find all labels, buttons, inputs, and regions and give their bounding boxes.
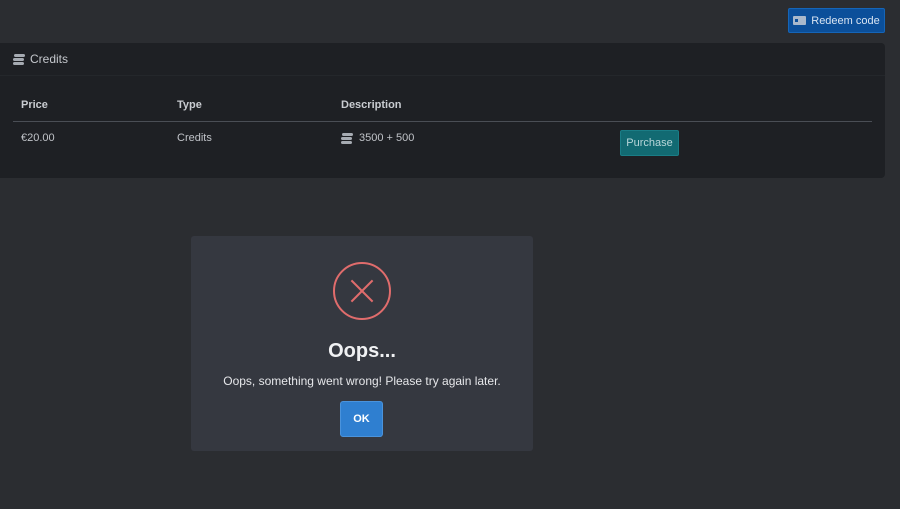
row-description: 3500 + 500	[341, 132, 414, 144]
ticket-icon	[793, 16, 807, 25]
card-title: Credits	[30, 52, 69, 66]
dialog-title: Oops...	[328, 340, 396, 362]
row-description-text: 3500 + 500	[359, 132, 415, 144]
card-header: Credits	[0, 43, 885, 76]
purchase-button[interactable]: Purchase	[620, 130, 679, 156]
redeem-code-button[interactable]: Redeem code	[788, 8, 885, 33]
row-price: €20.00	[21, 132, 55, 144]
dialog-message: Oops, something went wrong! Please try a…	[223, 374, 501, 388]
header-description: Description	[341, 99, 402, 111]
credits-table: Price Type Description €20.00 Credits 35…	[13, 88, 872, 166]
coins-icon	[13, 53, 25, 65]
header-type: Type	[177, 99, 202, 111]
error-x-icon	[333, 262, 391, 320]
coins-icon	[341, 132, 353, 144]
redeem-code-label: Redeem code	[811, 14, 880, 27]
credits-card: Credits Price Type Description €20.00 Cr…	[0, 43, 885, 178]
table-row: €20.00 Credits 3500 + 500 Purchase	[13, 122, 872, 166]
row-type: Credits	[177, 132, 212, 144]
table-header: Price Type Description	[13, 88, 872, 122]
ok-button[interactable]: OK	[340, 401, 383, 437]
error-dialog: Oops... Oops, something went wrong! Plea…	[191, 236, 533, 451]
header-price: Price	[21, 99, 48, 111]
